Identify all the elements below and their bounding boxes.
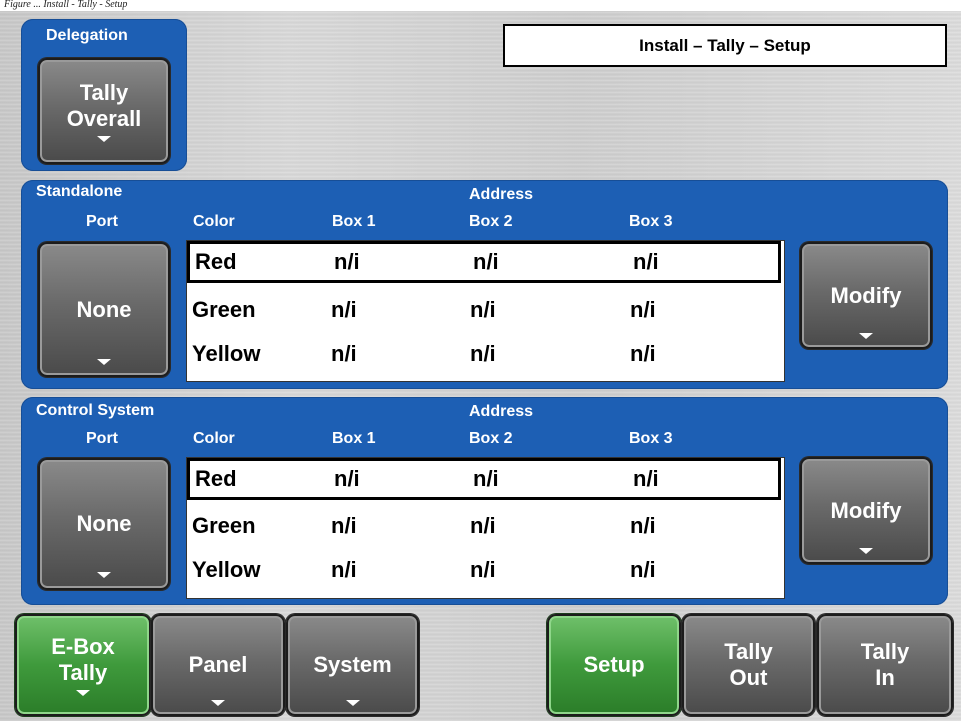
system-label: System bbox=[313, 652, 392, 677]
row-box1: n/i bbox=[331, 341, 357, 366]
table-row[interactable]: Green n/i n/i n/i bbox=[187, 289, 781, 331]
table-row[interactable]: Yellow n/i n/i n/i bbox=[187, 333, 781, 375]
row-box2: n/i bbox=[470, 557, 496, 582]
row-box2: n/i bbox=[473, 249, 499, 274]
standalone-tally-table: Red n/i n/i n/i Green n/i n/i n/i Yellow… bbox=[186, 240, 785, 382]
row-box2: n/i bbox=[470, 341, 496, 366]
row-color: Red bbox=[195, 249, 237, 274]
ebox-tally-button[interactable]: E-Box Tally bbox=[15, 614, 151, 716]
tally-out-button[interactable]: Tally Out bbox=[682, 614, 815, 716]
control-port-button[interactable]: None bbox=[38, 458, 170, 590]
standalone-port-button[interactable]: None bbox=[38, 242, 170, 377]
delegation-label: Delegation bbox=[46, 27, 128, 44]
control-col-box3: Box 3 bbox=[629, 430, 673, 447]
table-row[interactable]: Green n/i n/i n/i bbox=[187, 505, 781, 547]
modify-label: Modify bbox=[830, 497, 902, 523]
page-title-text: Install – Tally – Setup bbox=[639, 35, 811, 55]
row-box2: n/i bbox=[470, 513, 496, 538]
row-box1: n/i bbox=[334, 249, 360, 274]
panel-label: Panel bbox=[188, 652, 248, 677]
row-box3: n/i bbox=[630, 557, 656, 582]
setup-label: Setup bbox=[583, 652, 645, 677]
row-color: Green bbox=[192, 513, 256, 538]
standalone-col-box2: Box 2 bbox=[469, 213, 513, 230]
standalone-port-label-value: None bbox=[76, 296, 132, 322]
row-box2: n/i bbox=[470, 297, 496, 322]
row-box3: n/i bbox=[630, 341, 656, 366]
row-box1: n/i bbox=[334, 466, 360, 491]
chevron-down-icon bbox=[76, 690, 90, 696]
row-box1: n/i bbox=[331, 557, 357, 582]
table-row[interactable]: Red n/i n/i n/i bbox=[187, 458, 781, 500]
setup-button[interactable]: Setup bbox=[547, 614, 681, 716]
chevron-down-icon bbox=[211, 700, 225, 706]
tally-in-button[interactable]: Tally In bbox=[817, 614, 953, 716]
tally-out-label: Tally Out bbox=[724, 639, 773, 690]
row-box3: n/i bbox=[630, 513, 656, 538]
modify-label: Modify bbox=[830, 282, 902, 308]
chevron-down-icon bbox=[345, 700, 360, 706]
standalone-col-box1: Box 1 bbox=[332, 213, 376, 230]
row-box2: n/i bbox=[473, 466, 499, 491]
tally-overall-label: Tally Overall bbox=[66, 80, 142, 131]
table-row[interactable]: Yellow n/i n/i n/i bbox=[187, 549, 781, 591]
table-row[interactable]: Red n/i n/i n/i bbox=[187, 241, 781, 283]
tally-overall-button[interactable]: Tally Overall bbox=[38, 58, 170, 164]
chevron-down-icon bbox=[97, 359, 111, 365]
chevron-down-icon bbox=[97, 572, 111, 578]
control-address-label: Address bbox=[469, 403, 534, 420]
control-port-label: Port bbox=[86, 430, 118, 447]
chevron-down-icon bbox=[97, 136, 111, 142]
row-color: Yellow bbox=[192, 341, 261, 366]
chevron-down-icon bbox=[859, 548, 873, 554]
row-box1: n/i bbox=[331, 513, 357, 538]
system-button[interactable]: System bbox=[286, 614, 419, 716]
standalone-modify-button[interactable]: Modify bbox=[800, 242, 932, 349]
row-color: Green bbox=[192, 297, 256, 322]
ebox-tally-label: E-Box Tally bbox=[51, 634, 115, 685]
control-col-color: Color bbox=[193, 430, 235, 447]
standalone-port-label: Port bbox=[86, 213, 118, 230]
page-title: Install – Tally – Setup bbox=[503, 24, 947, 67]
row-color: Yellow bbox=[192, 557, 261, 582]
control-section-label: Control System bbox=[36, 402, 155, 419]
row-box1: n/i bbox=[331, 297, 357, 322]
control-tally-table: Red n/i n/i n/i Green n/i n/i n/i Yellow… bbox=[186, 457, 785, 599]
row-box3: n/i bbox=[630, 297, 656, 322]
tally-in-label: Tally In bbox=[860, 639, 910, 690]
control-modify-button[interactable]: Modify bbox=[800, 457, 932, 564]
panel-button[interactable]: Panel bbox=[151, 614, 285, 716]
control-col-box2: Box 2 bbox=[469, 430, 513, 447]
figure-caption-text: Figure ... Install - Tally - Setup bbox=[4, 0, 128, 10]
row-color: Red bbox=[195, 466, 237, 491]
standalone-col-box3: Box 3 bbox=[629, 213, 673, 230]
figure-caption: Figure ... Install - Tally - Setup bbox=[0, 0, 961, 11]
row-box3: n/i bbox=[633, 466, 659, 491]
standalone-section-label: Standalone bbox=[36, 183, 123, 200]
chevron-down-icon bbox=[859, 333, 873, 339]
control-port-label-value: None bbox=[76, 511, 132, 536]
standalone-address-label: Address bbox=[469, 186, 534, 203]
standalone-col-color: Color bbox=[193, 213, 235, 230]
control-col-box1: Box 1 bbox=[332, 430, 376, 447]
row-box3: n/i bbox=[633, 249, 659, 274]
